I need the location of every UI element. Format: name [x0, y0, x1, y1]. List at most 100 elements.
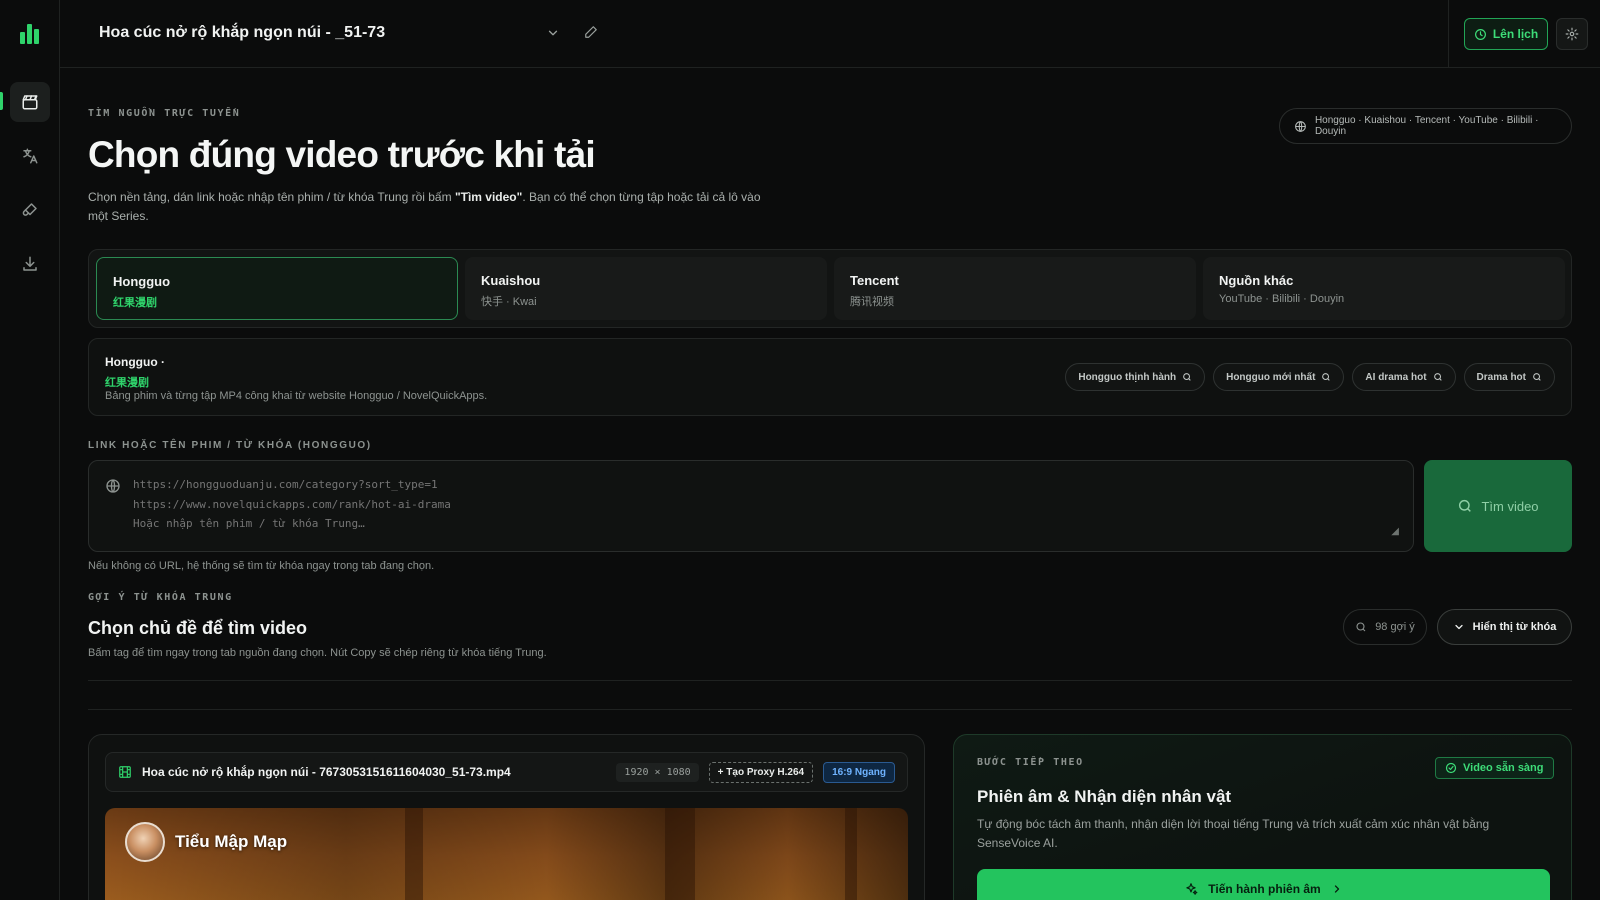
- tab-subtitle: 红果漫剧: [113, 297, 157, 309]
- schedule-button[interactable]: Lên lịch: [1464, 18, 1548, 50]
- platform-info-card: Hongguo · 红果漫剧 Bảng phim và từng tập MP4…: [88, 338, 1572, 416]
- thumbnail-shading: [665, 808, 695, 900]
- start-transcription-button[interactable]: Tiến hành phiên âm: [977, 869, 1550, 900]
- sparkles-icon: [1186, 883, 1198, 895]
- chevron-down-icon[interactable]: [546, 26, 560, 40]
- platform-info-description: Bảng phim và từng tập MP4 công khai từ w…: [105, 390, 488, 402]
- supported-sources-pill: Hongguo · Kuaishou · Tencent · YouTube ·…: [1279, 108, 1572, 144]
- tab-kuaishou[interactable]: Kuaishou 快手 · Kwai: [465, 257, 827, 320]
- chip-label: AI drama hot: [1365, 371, 1427, 383]
- suggestion-count: 98 gợi ý: [1375, 621, 1415, 633]
- tab-other-sources[interactable]: Nguồn khác YouTube · Bilibili · Douyin: [1203, 257, 1565, 320]
- show-keywords-button[interactable]: Hiển thị từ khóa: [1437, 609, 1572, 645]
- status-badge: Video sẵn sàng: [1435, 757, 1554, 779]
- resize-grip-icon[interactable]: ◢: [1391, 526, 1399, 537]
- thumbnail-shading: [405, 808, 423, 900]
- platform-info-title: Hongguo ·: [105, 355, 165, 369]
- settings-button[interactable]: [1556, 18, 1588, 50]
- chip-drama-hot[interactable]: Drama hot: [1463, 363, 1555, 391]
- aspect-ratio-badge: 16:9 Ngang: [823, 761, 895, 783]
- tab-subtitle: YouTube · Bilibili · Douyin: [1219, 293, 1345, 305]
- divider: [88, 709, 1572, 710]
- chip-label: Hongguo thịnh hành: [1078, 371, 1177, 383]
- hero-desc-bold: "Tìm video": [454, 190, 523, 204]
- search-label: LINK HOẶC TÊN PHIM / TỪ KHÓA (HONGGUO): [88, 440, 372, 451]
- project-title[interactable]: Hoa cúc nở rộ khắp ngọn núi - _51-73: [99, 24, 385, 42]
- platform-info-cn-name: 红果漫剧: [105, 377, 149, 389]
- next-step-description: Tự động bóc tách âm thanh, nhận diện lời…: [977, 817, 1490, 850]
- keywords-description: Bấm tag để tìm ngay trong tab nguồn đang…: [88, 647, 547, 659]
- quick-search-chips: Hongguo thịnh hành Hongguo mới nhất AI d…: [1065, 363, 1555, 391]
- resolution-badge: 1920 × 1080: [616, 762, 699, 782]
- clock-icon: [1474, 28, 1486, 40]
- tab-hongguo[interactable]: Hongguo 红果漫剧: [96, 257, 458, 320]
- video-file-name: Hoa cúc nở rộ khắp ngọn núi - 7673053151…: [142, 765, 511, 779]
- status-badge-label: Video sẵn sàng: [1463, 762, 1544, 774]
- platform-tabs: Hongguo 红果漫剧 Kuaishou 快手 · Kwai Tencent …: [88, 249, 1572, 328]
- page-title: Chọn đúng video trước khi tải: [88, 134, 596, 175]
- search-icon: [1183, 373, 1191, 381]
- search-video-button[interactable]: Tìm video: [1424, 460, 1572, 552]
- search-icon: [1356, 622, 1366, 632]
- nav-active-indicator: [0, 92, 3, 110]
- nav-item-video-source[interactable]: [10, 82, 50, 122]
- clapperboard-icon: [22, 95, 38, 110]
- hero-desc-text: Chọn nền tảng, dán link hoặc nhập tên ph…: [88, 190, 455, 204]
- check-circle-icon: [1445, 762, 1457, 774]
- supported-sources-text: Hongguo · Kuaishou · Tencent · YouTube ·…: [1314, 115, 1539, 137]
- search-icon: [1459, 499, 1472, 512]
- tab-name: Kuaishou: [481, 273, 541, 288]
- search-icon: [1533, 373, 1541, 381]
- link-input-box: ◢: [88, 460, 1414, 552]
- app-logo-icon[interactable]: [19, 22, 41, 44]
- search-hint: Nếu không có URL, hệ thống sẽ tìm từ khó…: [88, 560, 435, 572]
- suggestion-count-pill[interactable]: 98 gợi ý: [1343, 609, 1427, 645]
- gear-icon: [1565, 27, 1579, 41]
- video-preview-card: Hoa cúc nở rộ khắp ngọn núi - 7673053151…: [88, 734, 925, 900]
- tab-name: Hongguo: [113, 274, 171, 289]
- next-step-eyebrow: BƯỚC TIẾP THEO: [977, 757, 1084, 768]
- search-icon: [1322, 373, 1331, 381]
- create-proxy-button[interactable]: + Tạo Proxy H.264: [708, 761, 814, 783]
- download-icon: [23, 256, 37, 271]
- chip-ai-drama-hot[interactable]: AI drama hot: [1352, 363, 1456, 391]
- hero-eyebrow: TÌM NGUỒN TRỰC TUYẾN: [88, 108, 241, 119]
- channel-name: Tiểu Mập Mạp: [175, 832, 288, 851]
- tab-tencent[interactable]: Tencent 腾讯视频: [834, 257, 1196, 320]
- globe-icon: [106, 479, 120, 493]
- link-keyword-input[interactable]: [133, 475, 1383, 541]
- tab-subtitle: 腾讯视频: [850, 296, 894, 308]
- avatar: [125, 822, 165, 862]
- pencil-icon[interactable]: [584, 25, 598, 39]
- schedule-label: Lên lịch: [1492, 27, 1539, 41]
- next-step-card: BƯỚC TIẾP THEO Video sẵn sàng Phiên âm &…: [953, 734, 1572, 900]
- chevron-right-icon: [1334, 885, 1339, 893]
- divider: [88, 680, 1572, 681]
- globe-icon: [1295, 120, 1306, 132]
- thumbnail-shading: [845, 808, 857, 900]
- hero-description: Chọn nền tảng, dán link hoặc nhập tên ph…: [88, 188, 768, 226]
- chevron-down-icon: [1455, 624, 1463, 630]
- nav-item-download[interactable]: [10, 244, 50, 284]
- tab-name: Nguồn khác: [1219, 273, 1294, 288]
- search-icon: [1433, 373, 1442, 381]
- video-thumbnail[interactable]: Tiểu Mập Mạp: [105, 808, 908, 900]
- nav-item-edit[interactable]: [10, 190, 50, 230]
- transcribe-button-label: Tiến hành phiên âm: [1208, 882, 1321, 896]
- show-keywords-label: Hiển thị từ khóa: [1472, 621, 1557, 633]
- film-icon: [119, 766, 131, 778]
- chip-hongguo-trending[interactable]: Hongguo thịnh hành: [1065, 363, 1206, 391]
- search-button-label: Tìm video: [1481, 498, 1539, 514]
- brush-icon: [22, 203, 37, 216]
- tab-subtitle: 快手 · Kwai: [481, 296, 537, 308]
- next-step-title: Phiên âm & Nhận diện nhân vật: [977, 787, 1232, 806]
- keywords-eyebrow: GỢI Ý TỪ KHÓA TRUNG: [88, 592, 233, 603]
- translate-icon: [23, 148, 38, 164]
- header-divider: [1448, 0, 1449, 68]
- sidebar: [0, 0, 60, 900]
- top-header: Hoa cúc nở rộ khắp ngọn núi - _51-73 Lên…: [60, 0, 1600, 68]
- nav-item-translate[interactable]: [10, 136, 50, 176]
- chip-label: Drama hot: [1476, 371, 1526, 383]
- chip-hongguo-newest[interactable]: Hongguo mới nhất: [1213, 363, 1345, 391]
- chip-label: Hongguo mới nhất: [1226, 371, 1316, 383]
